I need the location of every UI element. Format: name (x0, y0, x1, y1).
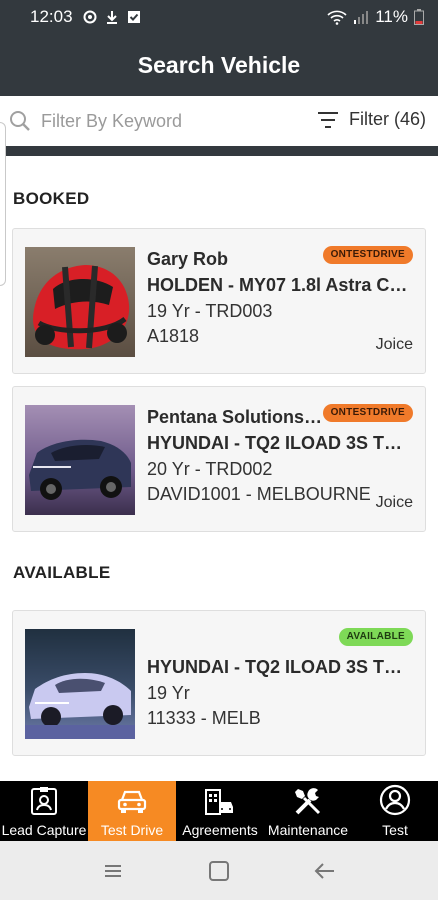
user-circle-icon (379, 784, 411, 816)
search-input[interactable]: Filter By Keyword (41, 111, 182, 132)
sync-icon (83, 10, 97, 24)
nav-agreements[interactable]: Agreements (176, 781, 264, 841)
section-title-available: AVAILABLE (13, 563, 111, 582)
building-car-icon (205, 789, 233, 815)
side-drawer-handle[interactable] (0, 122, 6, 286)
home-icon[interactable] (208, 860, 230, 882)
app-bar: Search Vehicle (0, 34, 438, 96)
salesperson-name: Joice (375, 336, 413, 353)
section-title-booked: BOOKED (13, 189, 90, 208)
filter-icon (317, 111, 338, 128)
nav-label: Agreements (182, 822, 258, 838)
car-icon (117, 790, 147, 813)
vehicle-image (25, 405, 135, 515)
salesperson-name: Joice (375, 494, 413, 511)
download-icon (106, 11, 117, 24)
vehicle-model: HOLDEN - MY07 1.8l Astra Cd ... (147, 275, 415, 295)
system-navigation-bar (0, 841, 438, 900)
search-icon (10, 111, 30, 131)
filter-label: Filter (46) (348, 109, 426, 129)
back-arrow-icon[interactable] (313, 859, 337, 883)
vehicle-image (25, 629, 135, 739)
status-badge: ONTESTDRIVE (322, 246, 413, 264)
vehicle-year: 19 Yr (147, 683, 190, 703)
signal-icon (354, 11, 369, 24)
nav-lead-capture[interactable]: Lead Capture (0, 781, 88, 841)
notification-icons (83, 10, 141, 24)
vehicle-year-stock: 19 Yr - TRD003 (147, 301, 273, 321)
vehicle-year-stock: 20 Yr - TRD002 (147, 459, 273, 479)
nav-label: Maintenance (267, 822, 349, 838)
nav-test-drive[interactable]: Test Drive (88, 781, 176, 841)
vehicle-location: DAVID1001 - MELBOURNE (147, 484, 371, 504)
vehicle-model: HYUNDAI - TQ2 ILOAD 3S TWI... (147, 433, 415, 453)
battery-icon (414, 9, 424, 25)
vehicle-card[interactable]: HYUNDAI - TQ2 ILOAD 3S TWI... 19 Yr 1133… (12, 610, 426, 756)
vehicle-model: HYUNDAI - TQ2 ILOAD 3S TWI... (147, 657, 415, 677)
tools-icon (295, 788, 321, 815)
status-bar: 12:03 11% (0, 0, 438, 34)
nav-test[interactable]: Test (352, 781, 438, 841)
bottom-navigation: Lead Capture Test Drive Agreements Maint… (0, 781, 438, 841)
wifi-icon (327, 10, 347, 25)
vehicle-location: 11333 - MELB (147, 708, 261, 728)
badge-icon (31, 787, 57, 815)
status-badge: AVAILABLE (338, 628, 413, 646)
customer-name: Gary Rob (147, 249, 229, 269)
customer-name: Pentana Solutions ... (147, 407, 323, 427)
status-right: 11% (327, 7, 424, 27)
battery-percent: 11% (375, 7, 408, 26)
vehicle-card[interactable]: Pentana Solutions ... HYUNDAI - TQ2 ILOA… (12, 386, 426, 532)
filter-button[interactable]: Filter (46) (317, 109, 426, 130)
nav-label: Lead Capture (1, 822, 87, 838)
search-bar: Filter By Keyword Filter (46) (0, 96, 438, 156)
page-title: Search Vehicle (137, 51, 301, 78)
nav-label: Test (382, 822, 408, 838)
vehicle-image (25, 247, 135, 357)
vehicle-location: A1818 (147, 326, 200, 346)
nav-maintenance[interactable]: Maintenance (264, 781, 352, 841)
check-box-icon (127, 11, 140, 23)
status-time: 12:03 (30, 7, 73, 26)
nav-label: Test Drive (100, 822, 164, 838)
vehicle-card[interactable]: Gary Rob HOLDEN - MY07 1.8l Astra Cd ...… (12, 228, 426, 374)
recent-apps-icon[interactable] (101, 859, 125, 883)
status-badge: ONTESTDRIVE (322, 404, 413, 422)
